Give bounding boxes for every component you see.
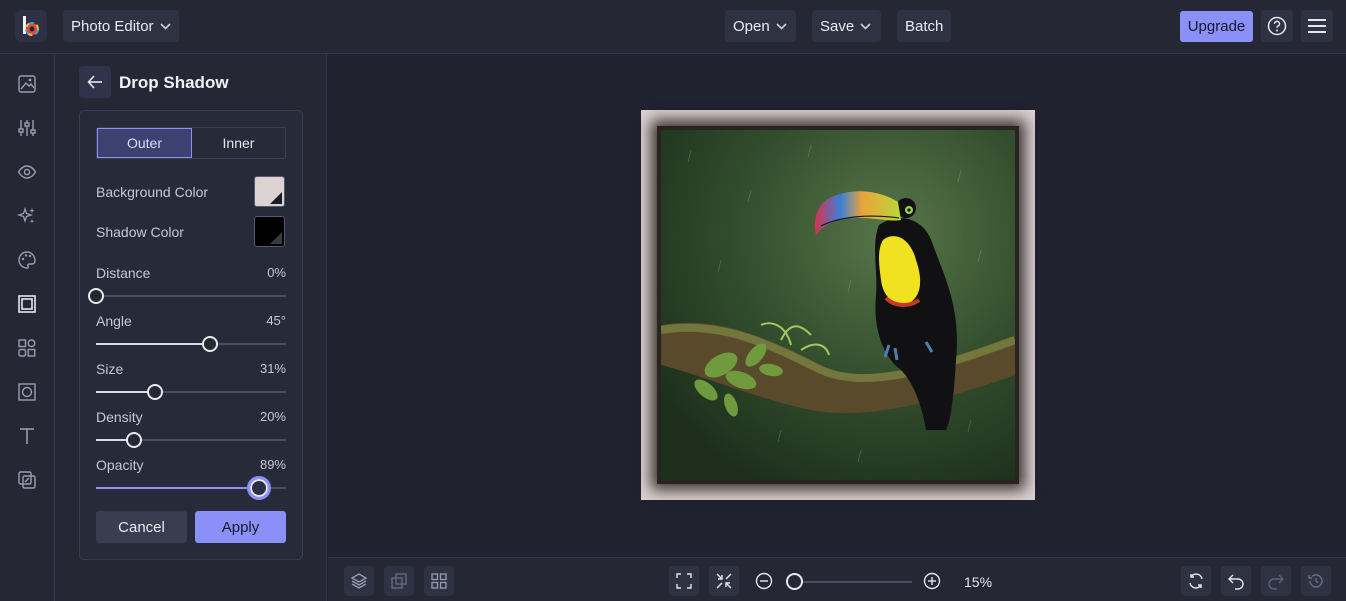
zoom-value: 15% — [964, 574, 993, 590]
opacity-handle[interactable] — [247, 476, 272, 500]
density-label: Density — [96, 409, 143, 425]
density-slider[interactable] — [96, 432, 286, 448]
save-label: Save — [820, 17, 855, 35]
save-button[interactable]: Save — [812, 10, 881, 42]
adjustments-icon[interactable] — [14, 115, 40, 141]
corner-triangle-icon — [270, 192, 282, 204]
overlay-icon[interactable] — [14, 379, 40, 405]
distance-value: 0% — [267, 265, 286, 280]
menu-icon[interactable] — [1301, 10, 1333, 42]
layers-icon[interactable] — [344, 566, 374, 596]
open-button[interactable]: Open — [725, 10, 796, 42]
angle-value: 45° — [266, 313, 286, 328]
canvas-area — [328, 54, 1346, 556]
opacity-fill — [96, 487, 260, 489]
image-icon[interactable] — [14, 71, 40, 97]
background-color-swatch[interactable] — [254, 176, 285, 207]
distance-handle[interactable] — [88, 288, 104, 304]
chevron-down-icon — [860, 22, 871, 30]
grid-icon[interactable] — [424, 566, 454, 596]
eye-icon[interactable] — [14, 159, 40, 185]
apply-button[interactable]: Apply — [195, 511, 286, 543]
size-value: 31% — [259, 361, 286, 376]
redo-icon[interactable] — [1261, 566, 1291, 596]
tab-inner[interactable]: Inner — [192, 128, 285, 158]
undo-icon[interactable] — [1221, 566, 1251, 596]
shadow-color-label: Shadow Color — [96, 224, 184, 240]
distance-label: Distance — [96, 265, 151, 281]
background-color-label: Background Color — [96, 184, 209, 200]
angle-slider[interactable] — [96, 336, 286, 352]
size-slider[interactable] — [96, 384, 286, 400]
size-label: Size — [96, 361, 124, 377]
panel-title: Drop Shadow — [119, 73, 229, 92]
density-value: 20% — [259, 409, 286, 424]
shadow-type-toggle: Outer Inner — [96, 127, 286, 159]
app-logo-icon[interactable] — [15, 10, 47, 42]
frame-icon[interactable] — [14, 291, 40, 317]
zoom-handle[interactable] — [786, 573, 803, 590]
sparkles-icon[interactable] — [14, 203, 40, 229]
text-icon[interactable] — [14, 423, 40, 449]
distance-slider[interactable] — [88, 288, 286, 304]
batch-button[interactable]: Batch — [897, 10, 951, 42]
compare-icon[interactable] — [384, 566, 414, 596]
open-label: Open — [733, 17, 770, 35]
image-frame[interactable] — [641, 110, 1035, 500]
shadow-settings-card: Outer Inner Background Color Shadow Colo… — [79, 110, 303, 560]
drop-shadow-panel: Drop Shadow Outer Inner Background Color… — [55, 54, 327, 601]
elements-icon[interactable] — [14, 335, 40, 361]
palette-icon[interactable] — [14, 247, 40, 273]
angle-label: Angle — [96, 313, 132, 329]
upgrade-button[interactable]: Upgrade — [1180, 11, 1253, 42]
top-bar: Photo Editor Open Save Batch Upgrade — [0, 0, 1346, 54]
cancel-button[interactable]: Cancel — [96, 511, 187, 543]
help-icon[interactable] — [1261, 10, 1293, 42]
corner-triangle-icon — [270, 232, 282, 244]
angle-fill — [96, 343, 210, 345]
app-menu-label: Photo Editor — [71, 17, 154, 35]
tool-rail — [0, 54, 55, 601]
chevron-down-icon — [159, 22, 171, 30]
zoom-slider[interactable] — [794, 581, 912, 583]
history-icon[interactable] — [1301, 566, 1331, 596]
opacity-value: 89% — [259, 457, 286, 472]
zoom-out-icon[interactable] — [755, 572, 773, 590]
zoom-in-icon[interactable] — [923, 572, 941, 590]
graphics-icon[interactable] — [14, 467, 40, 493]
size-handle[interactable] — [146, 384, 163, 400]
chevron-down-icon — [776, 22, 787, 30]
refresh-icon[interactable] — [1181, 566, 1211, 596]
opacity-label: Opacity — [96, 457, 144, 473]
tab-outer[interactable]: Outer — [97, 128, 192, 158]
batch-label: Batch — [905, 17, 944, 35]
opacity-slider[interactable] — [96, 476, 286, 500]
back-arrow-icon[interactable] — [79, 66, 111, 98]
angle-handle[interactable] — [202, 336, 218, 352]
fit-screen-icon[interactable] — [669, 566, 699, 596]
density-handle[interactable] — [126, 432, 142, 448]
toucan-photo — [661, 130, 1015, 480]
shadow-color-swatch[interactable] — [254, 216, 285, 247]
app-menu-button[interactable]: Photo Editor — [63, 10, 179, 42]
bottom-bar: 15% — [328, 557, 1346, 601]
shrink-icon[interactable] — [709, 566, 739, 596]
